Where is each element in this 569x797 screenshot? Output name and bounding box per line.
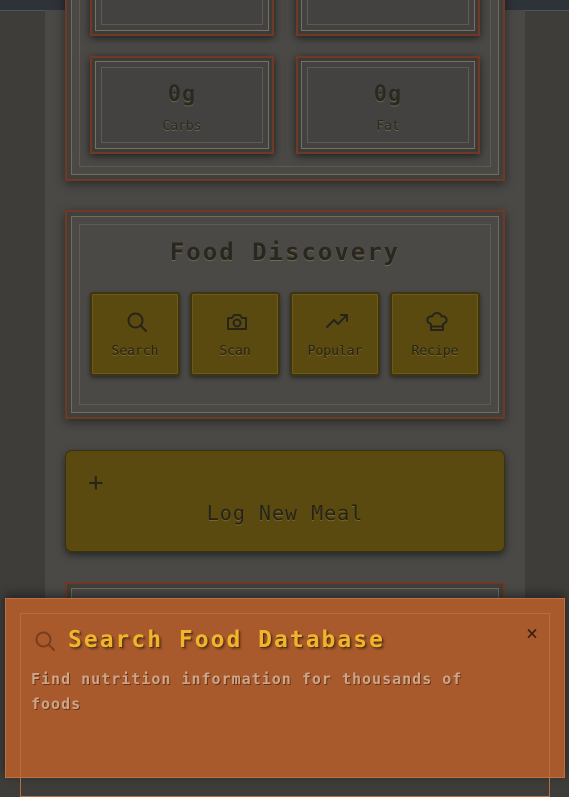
nutrient-card-protein — [90, 0, 274, 36]
fat-value: 0g — [373, 82, 403, 107]
fat-label: Fat — [376, 119, 400, 134]
nutrient-card-fat: 0g Fat — [296, 56, 480, 154]
discovery-recipe-button[interactable]: Recipe — [390, 292, 480, 376]
carbs-value: 0g — [167, 82, 197, 107]
nutrient-card-calories — [296, 0, 480, 36]
plus-icon: + — [88, 468, 104, 498]
discovery-popular-button[interactable]: Popular — [290, 292, 380, 376]
discovery-recipe-label: Recipe — [411, 344, 459, 359]
discovery-popular-label: Popular — [307, 344, 363, 359]
food-discovery-panel: Food Discovery Search Scan Popular Recip… — [65, 210, 505, 419]
carbs-label: Carbs — [162, 119, 202, 134]
discovery-search-label: Search — [111, 344, 159, 359]
discovery-scan-button[interactable]: Scan — [190, 292, 280, 376]
nutrient-card-carbs: 0g Carbs — [90, 56, 274, 154]
discovery-scan-label: Scan — [219, 344, 251, 359]
close-icon[interactable]: × — [522, 623, 542, 643]
trending-up-icon — [326, 314, 348, 328]
search-sheet-description: Find nutrition information for thousands… — [31, 670, 463, 713]
log-new-meal-button[interactable]: + Log New Meal — [65, 450, 505, 552]
search-icon — [35, 631, 55, 651]
search-food-sheet: Search Food Database × Find nutrition in… — [5, 598, 565, 797]
discovery-search-button[interactable]: Search — [90, 292, 180, 376]
search-icon — [127, 312, 147, 332]
food-discovery-title: Food Discovery — [169, 238, 401, 266]
search-sheet-title: Search Food Database — [68, 627, 385, 653]
chef-hat-icon — [426, 312, 448, 331]
log-new-meal-label: Log New Meal — [206, 501, 364, 525]
camera-icon — [227, 314, 247, 330]
